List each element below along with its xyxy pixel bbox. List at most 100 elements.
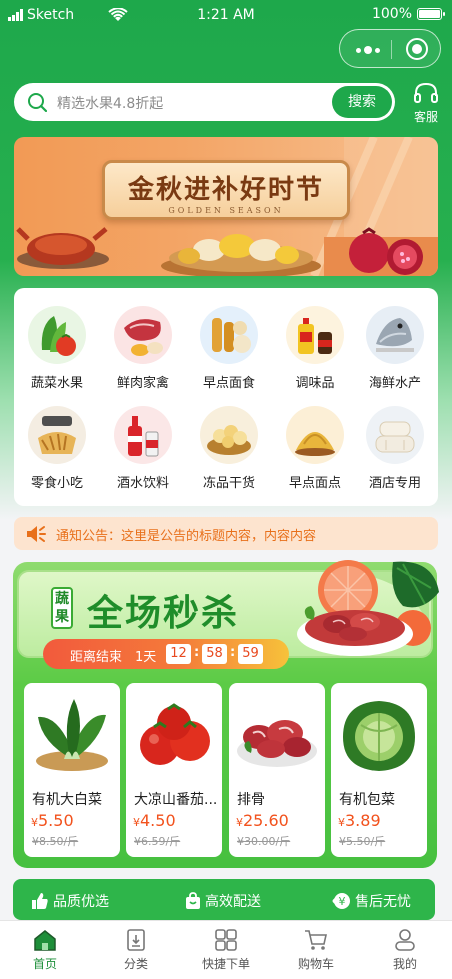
category-grid: 蔬菜水果 鲜肉家禽 早点面食 调味品 海鲜水产 零食小吃 酒水饮料 冻品干货 早… (14, 288, 438, 506)
category-breakfast[interactable]: 早点面食 (189, 306, 269, 391)
product-card[interactable]: 有机大白菜 ¥5.50 ¥8.50/斤 (24, 683, 120, 857)
category-icon (127, 929, 145, 951)
notice-bar[interactable]: 通知公告：这里是公告的标题内容，内容内容 (14, 517, 438, 550)
category-meat[interactable]: 鲜肉家禽 (103, 306, 183, 391)
tab-label: 我的 (392, 957, 417, 971)
product-name: 有机大白菜 (32, 792, 102, 808)
yuan-return-icon: ¥ (332, 893, 350, 909)
category-condiment[interactable]: 调味品 (275, 306, 355, 391)
category-frozen-dry[interactable]: 冻品干货 (189, 406, 269, 491)
frozen-dry-icon (200, 406, 258, 464)
service-guarantee-bar: 品质优选 高效配送 ¥ 售后无忧 (13, 879, 435, 920)
product-price-value: 3.89 (345, 811, 381, 830)
promo-banner[interactable]: 金秋进补好时节 GOLDEN SEASON (14, 137, 438, 276)
status-bar: Sketch 1:21 AM 100% (0, 0, 452, 30)
tab-quick-order[interactable]: 快捷下单 (196, 929, 256, 972)
product-price: ¥3.89 (338, 811, 381, 830)
tab-cart[interactable]: 购物车 (286, 929, 346, 972)
hotel-supplies-icon (366, 406, 424, 464)
category-label: 海鲜水产 (368, 376, 421, 391)
tab-label: 首页 (32, 957, 57, 971)
profile-icon (395, 929, 415, 951)
category-label: 早点面食 (202, 376, 255, 391)
cabbage-image (343, 701, 415, 771)
product-original-price: ¥5.50/斤 (339, 835, 386, 848)
dumplings-image (161, 234, 321, 276)
flash-sale-section: 蔬果 全场秒杀 距离结束 1天 12 : 58 : 59 有机大白菜 ¥5.50… (13, 560, 439, 868)
tab-profile[interactable]: 我的 (375, 929, 435, 972)
customer-service-button[interactable]: 客服 (408, 82, 444, 125)
category-vegetables-fruit[interactable]: 蔬菜水果 (17, 306, 97, 391)
product-card[interactable]: 排骨 ¥25.60 ¥30.00/斤 (229, 683, 325, 857)
countdown-timer: 距离结束 1天 12 : 58 : 59 (43, 639, 289, 669)
category-seafood[interactable]: 海鲜水产 (355, 306, 435, 391)
product-price: ¥4.50 (133, 811, 176, 830)
category-label: 酒店专用 (368, 476, 421, 491)
category-drinks[interactable]: 酒水饮料 (103, 406, 183, 491)
tab-label: 购物车 (297, 957, 334, 971)
flash-sale-title: 全场秒杀 (87, 593, 240, 634)
product-currency: ¥ (236, 816, 243, 829)
cart-icon (305, 930, 327, 950)
guarantee-label: 高效配送 (205, 894, 261, 910)
tab-home[interactable]: 首页 (15, 929, 75, 972)
countdown-minutes: 58 (202, 644, 227, 664)
speaker-icon (27, 526, 46, 542)
product-currency: ¥ (31, 816, 38, 829)
category-label: 酒水饮料 (116, 476, 169, 491)
tab-category[interactable]: 分类 (106, 929, 166, 972)
category-pastry[interactable]: 早点面点 (275, 406, 355, 491)
bok-choy-image (36, 699, 108, 771)
product-price: ¥5.50 (31, 811, 74, 830)
countdown-label: 距离结束 (70, 650, 123, 665)
guarantee-delivery: 高效配送 (185, 891, 261, 911)
notice-prefix: 通知公告： (56, 529, 122, 544)
vegetables-fruit-icon (28, 306, 86, 364)
product-original-price: ¥30.00/斤 (237, 835, 291, 848)
product-original-price: ¥6.59/斤 (134, 835, 181, 848)
product-currency: ¥ (133, 816, 140, 829)
category-hotel-supplies[interactable]: 酒店专用 (355, 406, 435, 491)
countdown-colon: : (230, 645, 236, 660)
tag-line1: 蔬 (55, 591, 69, 607)
headset-icon (414, 82, 438, 103)
guarantee-label: 售后无忧 (355, 894, 411, 910)
category-snack[interactable]: 零食小吃 (17, 406, 97, 491)
meat-plate-image (297, 560, 439, 656)
product-card[interactable]: 大凉山番茄... ¥4.50 ¥6.59/斤 (126, 683, 222, 857)
countdown-days: 1天 (135, 650, 157, 665)
search-input[interactable]: 精选水果4.8折起 (57, 93, 163, 113)
snack-icon (28, 406, 86, 464)
product-currency: ¥ (338, 816, 345, 829)
seafood-icon (366, 306, 424, 364)
status-right: 100% (371, 6, 445, 22)
guarantee-quality: 品质优选 (31, 891, 109, 911)
bottom-tab-bar: 首页 分类 快捷下单 购物车 我的 (0, 920, 452, 979)
tomato-image (140, 703, 210, 765)
product-price-value: 25.60 (243, 811, 289, 830)
capsule-divider (391, 40, 392, 59)
crab-image (16, 227, 109, 269)
countdown-hours: 12 (166, 644, 191, 664)
flash-sale-tag: 蔬果 (51, 587, 73, 629)
banner-subtitle: GOLDEN SEASON (168, 206, 284, 215)
product-card[interactable]: 有机包菜 ¥3.89 ¥5.50/斤 (331, 683, 427, 857)
tab-label: 快捷下单 (201, 957, 250, 971)
countdown-colon: : (194, 645, 200, 660)
close-target-icon[interactable] (406, 38, 428, 60)
tag-line2: 果 (55, 609, 69, 625)
pastry-icon (286, 406, 344, 464)
search-bar[interactable]: 精选水果4.8折起 搜索 (14, 83, 395, 121)
search-button[interactable]: 搜索 (332, 86, 392, 118)
pomegranate-image (349, 227, 423, 275)
battery-percent: 100% (371, 6, 412, 22)
svg-text:¥: ¥ (339, 895, 346, 908)
guarantee-label: 品质优选 (53, 894, 109, 910)
product-original-price: ¥8.50/斤 (32, 835, 79, 848)
category-label: 鲜肉家禽 (116, 376, 169, 391)
category-label: 调味品 (295, 376, 335, 391)
more-icon[interactable] (356, 46, 380, 54)
category-label: 零食小吃 (30, 476, 83, 491)
product-name: 有机包菜 (339, 792, 395, 808)
notice-text: 通知公告：这里是公告的标题内容，内容内容 (56, 525, 316, 544)
